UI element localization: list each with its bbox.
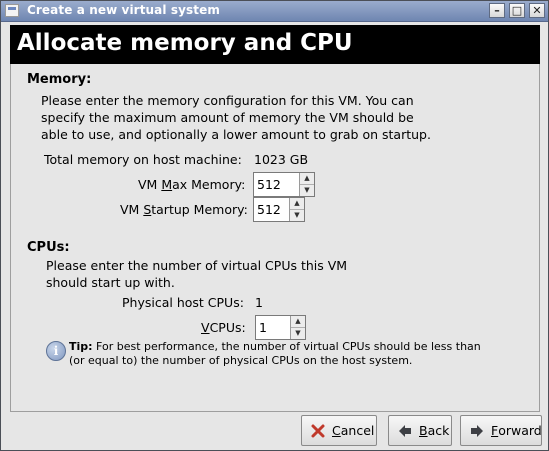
increment-icon[interactable]: ▲ [300, 173, 314, 185]
cancel-button[interactable]: Cancel [301, 415, 377, 446]
tip-body: For best performance, the number of virt… [69, 340, 481, 367]
title-bar[interactable]: Create a new virtual system – □ ✕ [1, 1, 548, 22]
max-memory-stepper[interactable]: ▲ ▼ [299, 173, 314, 196]
back-button[interactable]: Back [388, 415, 452, 446]
cancel-mnemonic: C [332, 423, 341, 438]
vcpus-input[interactable] [256, 316, 292, 339]
memory-description: Please enter the memory configuration fo… [41, 93, 431, 142]
physical-cpus-label: Physical host CPUs: [122, 295, 244, 310]
startup-memory-stepper[interactable]: ▲ ▼ [289, 198, 304, 221]
cpus-section-title: CPUs: [27, 240, 70, 255]
startup-memory-input[interactable] [254, 198, 291, 221]
max-memory-label: VM Max Memory: [138, 177, 245, 192]
max-memory-spinner[interactable]: ▲ ▼ [253, 172, 315, 197]
max-memory-label-mnemonic: M [161, 177, 173, 192]
vcpus-label-post: CPUs: [209, 320, 246, 335]
max-memory-label-pre: VM [138, 177, 162, 192]
forward-arrow-icon [469, 423, 485, 439]
tip-text: Tip: For best performance, the number of… [69, 340, 489, 368]
max-memory-label-post: ax Memory: [172, 177, 246, 192]
forward-button[interactable]: Forward [460, 415, 542, 446]
startup-memory-label-pre: VM [120, 202, 144, 217]
forward-label: orward [498, 423, 542, 438]
window-app-icon [5, 4, 19, 17]
startup-memory-label: VM Startup Memory: [120, 202, 248, 217]
vcpus-stepper[interactable]: ▲ ▼ [290, 316, 305, 339]
back-label: ack [427, 423, 450, 438]
dialog-window: Create a new virtual system – □ ✕ Alloca… [0, 0, 549, 451]
startup-memory-label-post: tartup Memory: [151, 202, 248, 217]
total-memory-label: Total memory on host machine: [44, 152, 242, 167]
info-icon: i [46, 341, 66, 361]
cancel-label: ancel [340, 423, 375, 438]
physical-cpus-value: 1 [255, 295, 263, 310]
close-button[interactable]: ✕ [529, 3, 545, 18]
increment-icon[interactable]: ▲ [290, 198, 304, 210]
decrement-icon[interactable]: ▼ [300, 185, 314, 196]
back-arrow-icon [397, 423, 413, 439]
window-title: Create a new virtual system [27, 3, 220, 17]
page-header: Allocate memory and CPU [10, 25, 540, 64]
back-mnemonic: B [419, 423, 428, 438]
forward-mnemonic: F [491, 423, 499, 438]
maximize-button[interactable]: □ [509, 3, 525, 18]
memory-section-title: Memory: [27, 72, 92, 87]
decrement-icon[interactable]: ▼ [290, 210, 304, 221]
cancel-x-icon [310, 423, 326, 439]
cpus-description: Please enter the number of virtual CPUs … [46, 258, 348, 290]
vcpus-spinner[interactable]: ▲ ▼ [255, 315, 306, 340]
vcpus-label: VCPUs: [201, 320, 246, 335]
decrement-icon[interactable]: ▼ [291, 328, 305, 339]
max-memory-input[interactable] [254, 173, 301, 196]
page-title: Allocate memory and CPU [17, 30, 353, 56]
increment-icon[interactable]: ▲ [291, 316, 305, 328]
minimize-button[interactable]: – [489, 3, 505, 18]
tip-label: Tip: [69, 340, 93, 353]
total-memory-value: 1023 GB [254, 152, 309, 167]
vcpus-label-mnemonic: V [201, 320, 210, 335]
startup-memory-spinner[interactable]: ▲ ▼ [253, 197, 305, 222]
